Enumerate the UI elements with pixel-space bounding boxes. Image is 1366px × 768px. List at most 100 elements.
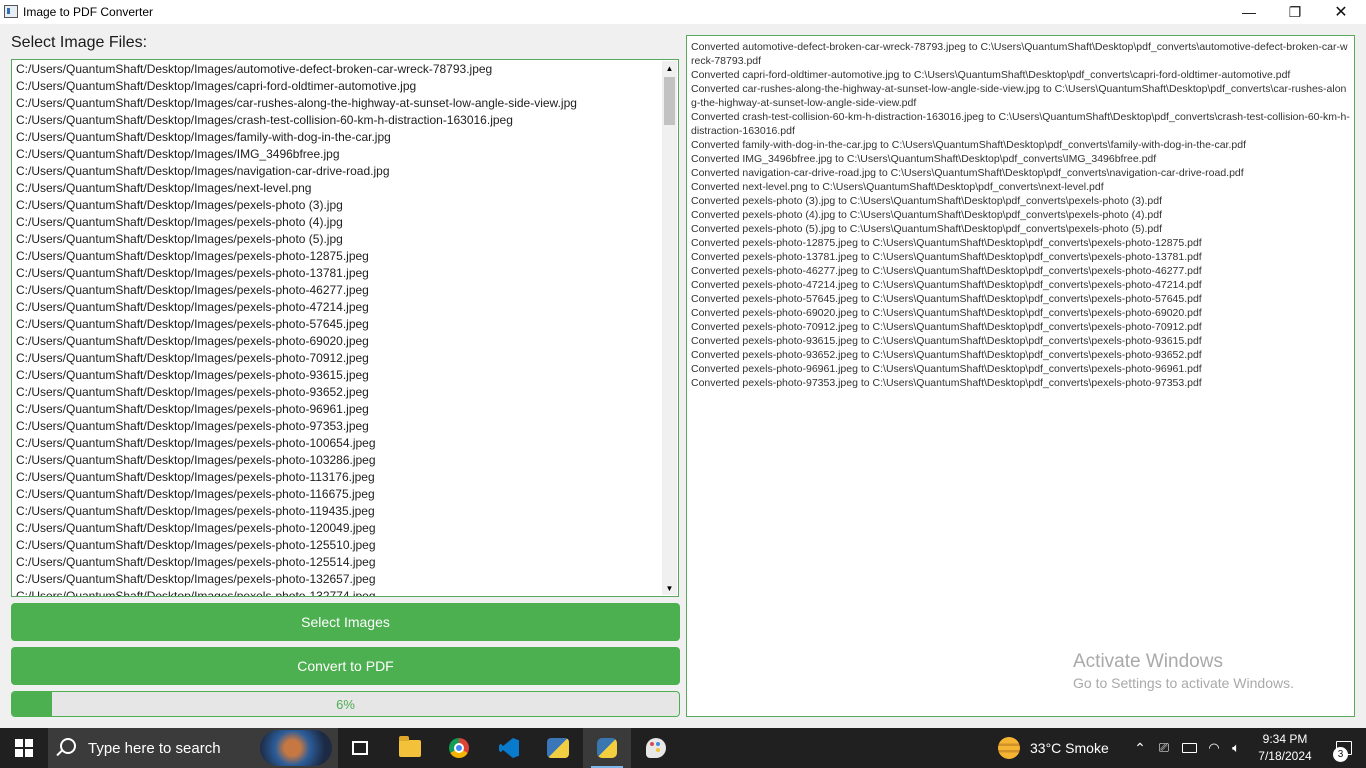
- weather-icon[interactable]: [998, 737, 1020, 759]
- file-list-item[interactable]: C:/Users/QuantumShaft/Desktop/Images/pex…: [16, 350, 660, 367]
- log-line: Converted navigation-car-drive-road.jpg …: [691, 167, 1244, 179]
- file-list-item[interactable]: C:/Users/QuantumShaft/Desktop/Images/pex…: [16, 469, 660, 486]
- file-list-item[interactable]: C:/Users/QuantumShaft/Desktop/Images/pex…: [16, 401, 660, 418]
- file-list-item[interactable]: C:/Users/QuantumShaft/Desktop/Images/pex…: [16, 435, 660, 452]
- file-explorer-icon: [399, 735, 421, 757]
- app-icon: [4, 5, 18, 18]
- file-list-item[interactable]: C:/Users/QuantumShaft/Desktop/Images/IMG…: [16, 146, 660, 163]
- file-list-item[interactable]: C:/Users/QuantumShaft/Desktop/Images/pex…: [16, 197, 660, 214]
- file-list-item[interactable]: C:/Users/QuantumShaft/Desktop/Images/pex…: [16, 384, 660, 401]
- chrome-button[interactable]: [435, 728, 483, 768]
- clock-time: 9:34 PM: [1262, 732, 1308, 746]
- vscode-button[interactable]: [485, 728, 533, 768]
- convert-to-pdf-button[interactable]: Convert to PDF: [11, 647, 680, 685]
- log-line: Converted IMG_3496bfree.jpg to C:\Users\…: [691, 153, 1157, 165]
- log-line: Converted family-with-dog-in-the-car.jpg…: [691, 139, 1246, 151]
- select-images-button[interactable]: Select Images: [11, 603, 680, 641]
- log-line: Converted pexels-photo-57645.jpeg to C:\…: [691, 293, 1202, 305]
- title-bar: Image to PDF Converter — ❐ ✕: [0, 0, 1366, 24]
- file-list-item[interactable]: C:/Users/QuantumShaft/Desktop/Images/pex…: [16, 554, 660, 571]
- task-view-icon: [352, 741, 368, 755]
- log-line: Converted pexels-photo-12875.jpeg to C:\…: [691, 237, 1202, 249]
- file-list-item[interactable]: C:/Users/QuantumShaft/Desktop/Images/fam…: [16, 129, 660, 146]
- tray-chevron-up-icon[interactable]: ⌃: [1132, 740, 1148, 756]
- file-list-item[interactable]: C:/Users/QuantumShaft/Desktop/Images/pex…: [16, 588, 660, 596]
- system-clock[interactable]: 9:34 PM 7/18/2024: [1248, 731, 1322, 765]
- file-list-item[interactable]: C:/Users/QuantumShaft/Desktop/Images/pex…: [16, 214, 660, 231]
- log-line: Converted crash-test-collision-60-km-h-d…: [691, 111, 1350, 137]
- conversion-log[interactable]: Converted automotive-defect-broken-car-w…: [686, 35, 1355, 717]
- log-line: Converted pexels-photo-97353.jpeg to C:\…: [691, 377, 1202, 389]
- close-button[interactable]: ✕: [1318, 0, 1364, 24]
- search-icon: [60, 738, 76, 754]
- file-list-item[interactable]: C:/Users/QuantumShaft/Desktop/Images/nav…: [16, 163, 660, 180]
- file-list[interactable]: C:/Users/QuantumShaft/Desktop/Images/aut…: [11, 59, 679, 597]
- file-list-item[interactable]: C:/Users/QuantumShaft/Desktop/Images/car…: [16, 95, 660, 112]
- log-lines: Converted automotive-defect-broken-car-w…: [691, 40, 1351, 390]
- start-button[interactable]: [0, 728, 48, 768]
- taskbar: Type here to search 33°C Smoke ⌃ ⎚ ◠ 🔈︎ …: [0, 728, 1366, 768]
- file-list-item[interactable]: C:/Users/QuantumShaft/Desktop/Images/aut…: [16, 61, 660, 78]
- file-list-item[interactable]: C:/Users/QuantumShaft/Desktop/Images/nex…: [16, 180, 660, 197]
- file-list-item[interactable]: C:/Users/QuantumShaft/Desktop/Images/pex…: [16, 282, 660, 299]
- paint-button[interactable]: [632, 728, 680, 768]
- file-list-item[interactable]: C:/Users/QuantumShaft/Desktop/Images/pex…: [16, 503, 660, 520]
- minimize-button[interactable]: —: [1226, 0, 1272, 24]
- watermark-title: Activate Windows: [1073, 651, 1223, 672]
- files-label: Select Image Files:: [11, 34, 148, 51]
- scroll-down-arrow-icon[interactable]: ▼: [662, 581, 677, 595]
- file-list-item[interactable]: C:/Users/QuantumShaft/Desktop/Images/pex…: [16, 571, 660, 588]
- notification-count-badge: 3: [1333, 747, 1348, 762]
- maximize-button[interactable]: ❐: [1272, 0, 1318, 24]
- wifi-icon[interactable]: ◠: [1206, 740, 1222, 756]
- clock-date: 7/18/2024: [1258, 749, 1312, 763]
- chrome-icon: [449, 738, 469, 758]
- file-list-item[interactable]: C:/Users/QuantumShaft/Desktop/Images/pex…: [16, 248, 660, 265]
- file-list-item[interactable]: C:/Users/QuantumShaft/Desktop/Images/pex…: [16, 265, 660, 282]
- log-line: Converted pexels-photo-93615.jpeg to C:\…: [691, 335, 1202, 347]
- log-line: Converted pexels-photo-96961.jpeg to C:\…: [691, 363, 1202, 375]
- activation-watermark: Activate Windows Go to Settings to activ…: [1073, 651, 1294, 691]
- file-list-item[interactable]: C:/Users/QuantumShaft/Desktop/Images/pex…: [16, 367, 660, 384]
- scroll-thumb[interactable]: [664, 77, 675, 125]
- weather-text[interactable]: 33°C Smoke: [1030, 740, 1109, 756]
- log-line: Converted pexels-photo-70912.jpeg to C:\…: [691, 321, 1202, 333]
- file-list-item[interactable]: C:/Users/QuantumShaft/Desktop/Images/pex…: [16, 231, 660, 248]
- log-line: Converted next-level.png to C:\Users\Qua…: [691, 181, 1104, 193]
- file-list-item[interactable]: C:/Users/QuantumShaft/Desktop/Images/cra…: [16, 112, 660, 129]
- log-line: Converted pexels-photo-46277.jpeg to C:\…: [691, 265, 1202, 277]
- python-app-button[interactable]: [583, 728, 631, 768]
- meet-now-icon[interactable]: ⎚: [1156, 740, 1172, 756]
- log-line: Converted pexels-photo-93652.jpeg to C:\…: [691, 349, 1202, 361]
- scroll-up-arrow-icon[interactable]: ▲: [662, 61, 677, 75]
- volume-icon[interactable]: 🔈︎: [1228, 740, 1244, 756]
- search-placeholder: Type here to search: [88, 740, 221, 757]
- task-view-button[interactable]: [336, 728, 384, 768]
- file-list-item[interactable]: C:/Users/QuantumShaft/Desktop/Images/pex…: [16, 537, 660, 554]
- log-line: Converted car-rushes-along-the-highway-a…: [691, 83, 1347, 109]
- watermark-subtitle: Go to Settings to activate Windows.: [1073, 675, 1294, 691]
- log-line: Converted automotive-defect-broken-car-w…: [691, 41, 1348, 67]
- log-line: Converted pexels-photo (4).jpg to C:\Use…: [691, 209, 1162, 221]
- paint-icon: [646, 738, 666, 758]
- file-list-item[interactable]: C:/Users/QuantumShaft/Desktop/Images/pex…: [16, 418, 660, 435]
- vscode-icon: [499, 738, 519, 758]
- log-line: Converted pexels-photo-47214.jpeg to C:\…: [691, 279, 1202, 291]
- python-editor-button[interactable]: [534, 728, 582, 768]
- file-list-item[interactable]: C:/Users/QuantumShaft/Desktop/Images/cap…: [16, 78, 660, 95]
- file-list-item[interactable]: C:/Users/QuantumShaft/Desktop/Images/pex…: [16, 316, 660, 333]
- file-list-item[interactable]: C:/Users/QuantumShaft/Desktop/Images/pex…: [16, 452, 660, 469]
- file-list-item[interactable]: C:/Users/QuantumShaft/Desktop/Images/pex…: [16, 299, 660, 316]
- windows-logo-icon: [15, 739, 33, 757]
- python-icon: [597, 738, 617, 758]
- file-list-item[interactable]: C:/Users/QuantumShaft/Desktop/Images/pex…: [16, 333, 660, 350]
- log-line: Converted pexels-photo (5).jpg to C:\Use…: [691, 223, 1162, 235]
- file-list-item[interactable]: C:/Users/QuantumShaft/Desktop/Images/pex…: [16, 486, 660, 503]
- taskbar-search[interactable]: Type here to search: [48, 728, 338, 768]
- log-line: Converted pexels-photo (3).jpg to C:\Use…: [691, 195, 1162, 207]
- file-list-item[interactable]: C:/Users/QuantumShaft/Desktop/Images/pex…: [16, 520, 660, 537]
- vertical-scrollbar[interactable]: ▲ ▼: [662, 61, 677, 595]
- battery-icon[interactable]: [1181, 740, 1197, 756]
- progress-bar: 6%: [11, 691, 680, 717]
- file-explorer-button[interactable]: [386, 728, 434, 768]
